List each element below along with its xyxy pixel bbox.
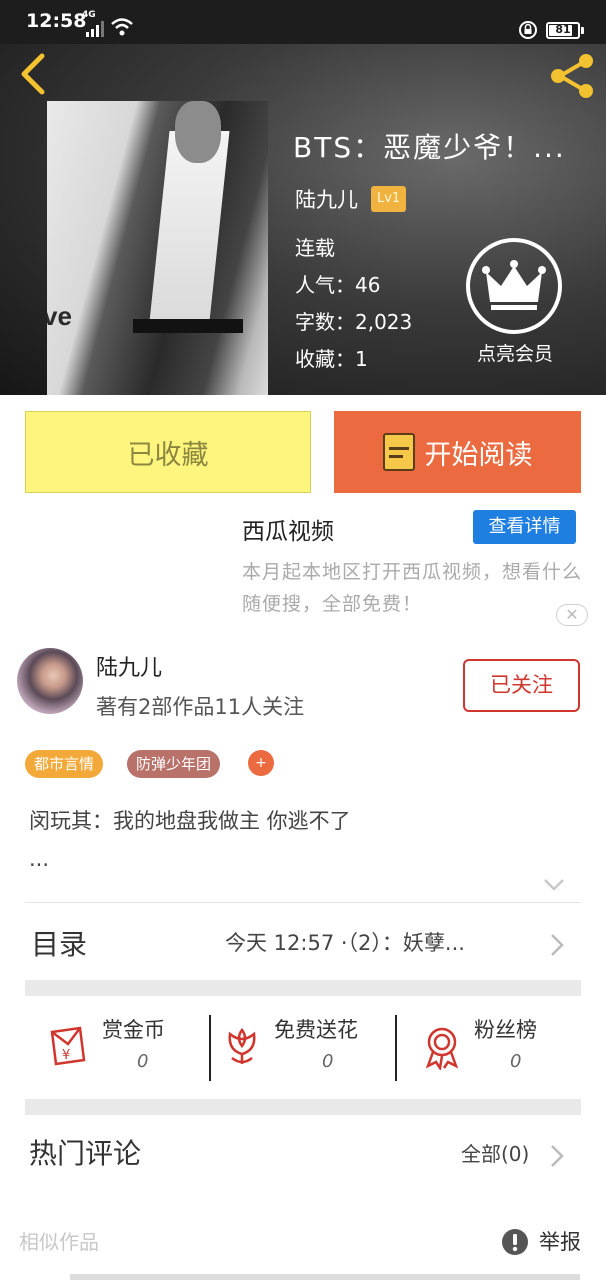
medal-icon <box>425 1027 459 1070</box>
divider <box>25 902 581 903</box>
status-time: 12:58 <box>26 10 87 32</box>
fan-ranking-label: 粉丝榜 <box>474 1018 537 1042</box>
cover-hand <box>175 101 221 163</box>
book-popularity: 人气：46 <box>295 273 381 297</box>
fan-ranking-value: 0 <box>510 1051 522 1072</box>
start-reading-label: 开始阅读 <box>424 439 533 471</box>
cover-belt <box>133 319 243 333</box>
similar-works-strip <box>70 1274 580 1280</box>
book-word-count: 字数：2,023 <box>295 310 413 334</box>
reward-coins-value: 0 <box>137 1051 149 1072</box>
book-header: 12:58 4G 81 ve BTS：恶魔少爷！... 陆九儿 Lv1 连载 人… <box>0 0 606 395</box>
book-summary: 闵玩其：我的地盘我做主 你逃不了 ... <box>29 802 569 878</box>
send-flower-value: 0 <box>322 1051 334 1072</box>
crown-icon <box>482 260 546 310</box>
hot-comments-row[interactable]: 热门评论 全部(0) <box>0 1118 606 1188</box>
book-status: 连载 <box>295 236 335 260</box>
follow-button[interactable]: 已关注 <box>463 659 580 712</box>
vip-circle <box>466 238 562 334</box>
latest-chapter: 今天 12:57 ·（2）：妖孽... <box>225 931 465 955</box>
favorited-label: 已收藏 <box>127 439 209 471</box>
author-level-badge: Lv1 <box>371 186 407 212</box>
reward-coins-button[interactable]: ¥ 赏金币 0 <box>48 1012 198 1084</box>
status-bar: 12:58 4G 81 <box>0 0 606 44</box>
battery-cap <box>581 27 584 34</box>
book-title: BTS：恶魔少爷！... <box>293 131 566 164</box>
send-flower-button[interactable]: 免费送花 0 <box>222 1012 392 1084</box>
chevron-right-icon <box>551 934 564 956</box>
battery-text: 81 <box>555 23 571 36</box>
ad-close-button[interactable]: ✕ <box>556 604 588 626</box>
hot-comments-title: 热门评论 <box>29 1137 142 1170</box>
signal-icon <box>86 21 104 37</box>
book-cover[interactable]: ve <box>47 101 268 395</box>
reward-separator <box>209 1015 211 1081</box>
book-icon <box>382 433 415 471</box>
tag-urban-romance[interactable]: 都市言情 <box>25 750 104 778</box>
author-name[interactable]: 陆九儿 <box>96 650 162 682</box>
similar-works-title: 相似作品 <box>19 1230 99 1254</box>
summary-ellipsis: ... <box>29 847 50 871</box>
author-avatar[interactable] <box>17 648 83 714</box>
chevron-right-icon <box>551 1145 564 1167</box>
report-label: 举报 <box>539 1230 581 1254</box>
vip-label: 点亮会员 <box>476 343 553 365</box>
lock-icon <box>519 21 537 39</box>
add-tag-button[interactable]: + <box>248 750 274 776</box>
book-favorites: 收藏：1 <box>295 347 368 371</box>
chevron-left-icon <box>21 53 45 95</box>
wifi-icon <box>111 18 133 36</box>
svg-text:¥: ¥ <box>62 1048 70 1063</box>
toc-label: 目录 <box>31 928 88 961</box>
favorited-button[interactable]: 已收藏 <box>25 411 311 493</box>
reward-coins-label: 赏金币 <box>102 1018 165 1042</box>
vip-button[interactable]: 点亮会员 <box>466 238 564 368</box>
exclamation-icon <box>502 1229 528 1255</box>
ad-title[interactable]: 西瓜视频 <box>242 512 334 546</box>
tag-bts[interactable]: 防弹少年团 <box>127 750 221 778</box>
network-type: 4G <box>82 10 96 20</box>
reward-separator <box>395 1015 397 1081</box>
chevron-down-icon[interactable] <box>543 878 565 892</box>
section-separator <box>25 980 581 996</box>
all-comments-link[interactable]: 全部(0) <box>461 1138 529 1167</box>
start-reading-button[interactable]: 开始阅读 <box>334 411 581 493</box>
share-icon <box>551 54 593 98</box>
report-button[interactable]: 举报 <box>501 1224 591 1260</box>
send-flower-label: 免费送花 <box>274 1018 358 1042</box>
section-separator <box>25 1099 581 1115</box>
ad-detail-button[interactable]: 查看详情 <box>473 510 576 544</box>
ad-description[interactable]: 本月起本地区打开西瓜视频，想看什么随便搜，全部免费！ <box>242 556 590 620</box>
battery-icon: 81 <box>546 22 580 39</box>
author-stats: 著有2部作品11人关注 <box>96 695 305 719</box>
back-button[interactable] <box>14 52 54 96</box>
fan-ranking-button[interactable]: 粉丝榜 0 <box>422 1012 572 1084</box>
share-button[interactable] <box>546 52 598 100</box>
table-of-contents-row[interactable]: 目录 今天 12:57 ·（2）：妖孽... <box>0 905 606 979</box>
book-author[interactable]: 陆九儿 <box>295 184 358 214</box>
cover-text: ve <box>47 301 72 331</box>
red-envelope-icon: ¥ <box>50 1026 86 1066</box>
flower-icon <box>228 1028 256 1064</box>
summary-line: 闵玩其：我的地盘我做主 你逃不了 <box>29 809 351 833</box>
